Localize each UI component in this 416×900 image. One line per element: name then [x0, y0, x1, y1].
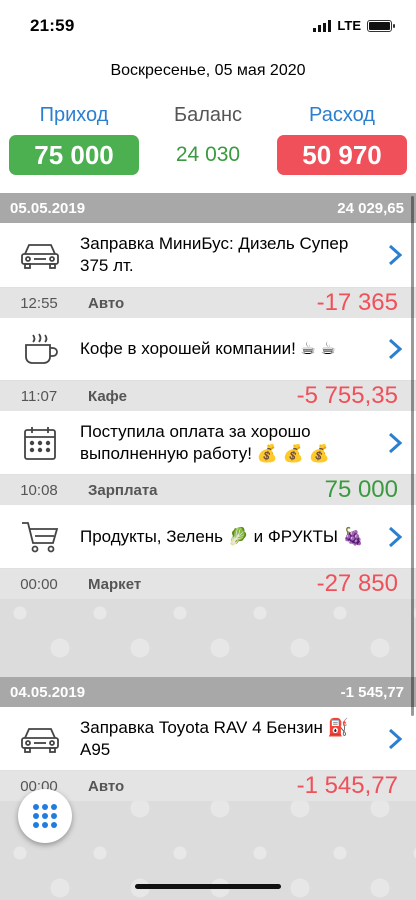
shopping-cart-icon: [22, 521, 59, 552]
coffee-cup-icon: [25, 333, 58, 364]
transaction-title: Поступила оплата за хорошо выполненную р…: [80, 421, 330, 463]
expense-label[interactable]: Расход: [277, 104, 407, 127]
income-value[interactable]: 75 000: [9, 135, 139, 175]
grid-dots-icon: [33, 804, 57, 828]
day-date: 05.05.2019: [10, 199, 86, 217]
home-indicator[interactable]: [135, 884, 281, 889]
transaction-category: Авто: [88, 294, 125, 312]
battery-icon: [367, 19, 395, 32]
day-header: 04.05.2019 -1 545,77: [0, 677, 416, 707]
current-date: Воскресенье, 05 мая 2020: [110, 62, 306, 79]
transaction-row[interactable]: Кофе в хорошей компании! ☕ ☕: [0, 318, 416, 381]
transaction-time: 10:08: [20, 481, 58, 499]
car-icon: [21, 244, 59, 269]
transaction-title: Заправка МиниБус: Дизель Супер 375 лт.: [80, 234, 349, 275]
transaction-amount: 75 000: [324, 476, 398, 503]
status-indicators: LTE: [313, 18, 395, 33]
income-label[interactable]: Приход: [9, 104, 139, 127]
balance-value: 24 030: [175, 143, 241, 166]
day-date: 04.05.2019: [10, 683, 86, 701]
chevron-right-icon[interactable]: [388, 432, 402, 454]
balance-summary: Баланс 24 030: [150, 104, 266, 175]
day-total: -1 545,77: [340, 683, 404, 701]
scrollbar[interactable]: [411, 196, 414, 716]
transaction-title: Заправка Toyota RAV 4 Бензин ⛽ А95: [80, 717, 349, 759]
transaction-time: 00:00: [20, 575, 58, 593]
transaction-time: 12:55: [20, 294, 58, 312]
transaction-title: Кофе в хорошей компании! ☕ ☕: [80, 339, 336, 358]
car-icon: [21, 727, 59, 753]
transaction-category: Авто: [88, 777, 125, 795]
chevron-right-icon[interactable]: [388, 244, 402, 266]
summary-panel: Приход 75 000 Баланс 24 030 Расход 50 97…: [0, 104, 416, 184]
transaction-category: Кафе: [88, 387, 127, 405]
transaction-row[interactable]: Заправка Toyota RAV 4 Бензин ⛽ А95: [0, 707, 416, 771]
transaction-feed[interactable]: 05.05.2019 24 029,65 Заправка МиниБус: Д…: [0, 193, 416, 900]
signal-icon: [313, 19, 332, 32]
chevron-right-icon[interactable]: [388, 338, 402, 360]
expense-summary[interactable]: Расход 50 970: [277, 104, 407, 175]
income-summary[interactable]: Приход 75 000: [9, 104, 139, 175]
transaction-amount: -1 545,77: [296, 772, 398, 799]
balance-label: Баланс: [173, 104, 243, 126]
transaction-row[interactable]: Поступила оплата за хорошо выполненную р…: [0, 411, 416, 475]
transaction-meta: 11:07 Кафе -5 755,35: [0, 381, 416, 411]
status-time: 21:59: [30, 16, 75, 35]
transaction-amount: -17 365: [316, 289, 398, 316]
chevron-right-icon[interactable]: [388, 526, 402, 548]
network-label: LTE: [337, 18, 361, 33]
transaction-amount: -27 850: [316, 570, 398, 597]
status-bar: 21:59 LTE: [0, 0, 416, 50]
transaction-time: 11:07: [20, 387, 58, 405]
transaction-category: Зарплата: [88, 481, 158, 499]
transaction-category: Маркет: [88, 575, 142, 593]
transaction-row[interactable]: Заправка МиниБус: Дизель Супер 375 лт.: [0, 223, 416, 288]
menu-fab-button[interactable]: [18, 789, 72, 843]
expense-value[interactable]: 50 970: [277, 135, 407, 175]
day-header: 05.05.2019 24 029,65: [0, 193, 416, 223]
day-total: 24 029,65: [337, 199, 404, 217]
transaction-row[interactable]: Продукты, Зелень 🥬 и ФРУКТЫ 🍇: [0, 505, 416, 569]
transaction-amount: -5 755,35: [296, 382, 398, 409]
chevron-right-icon[interactable]: [388, 728, 402, 750]
transaction-meta: 12:55 Авто -17 365: [0, 288, 416, 318]
transaction-title: Продукты, Зелень 🥬 и ФРУКТЫ 🍇: [80, 526, 364, 546]
transaction-meta: 10:08 Зарплата 75 000: [0, 475, 416, 505]
calendar-icon: [24, 426, 56, 460]
transaction-meta: 00:00 Маркет -27 850: [0, 569, 416, 599]
